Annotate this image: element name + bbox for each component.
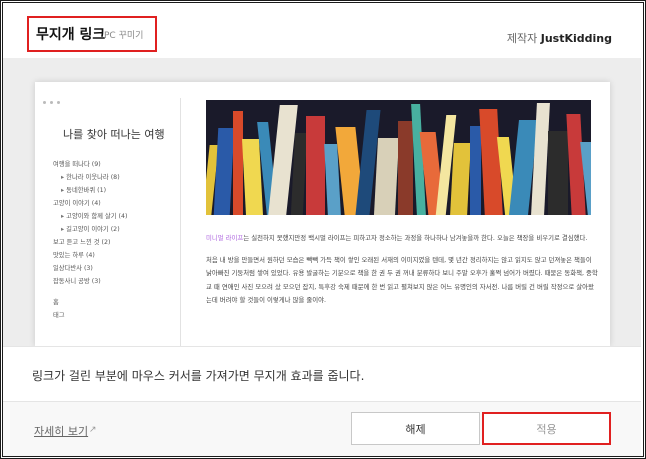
book-spine — [450, 143, 471, 215]
menu-item[interactable]: 길고양이 이야기 (2) — [53, 223, 127, 236]
menu-item[interactable]: 보고 듣고 느낀 것 (2) — [53, 236, 127, 249]
plugin-subtitle: PC 꾸미기 — [104, 31, 144, 41]
book-spine — [373, 138, 400, 215]
menu-item[interactable]: 태그 — [53, 309, 127, 322]
more-info-link[interactable]: 자세히 보기 — [34, 423, 88, 439]
post-paragraph-2: 처음 내 방을 만들면서 원하던 모습은 빽빽 가득 책이 쌓인 오래된 서재의… — [206, 255, 598, 305]
window-dots-icon — [43, 89, 64, 108]
rainbow-link[interactable]: 미니멀 라이프 — [206, 234, 243, 242]
menu-item[interactable]: 홈 — [53, 296, 127, 309]
description-text: 링크가 걸린 부분에 마우스 커서를 가져가면 무지개 효과를 줍니다. — [32, 369, 365, 383]
blog-title: 나를 찾아 떠나는 여행 — [63, 128, 165, 141]
menu-item[interactable]: 고양이 이야기 (4) — [53, 197, 127, 210]
menu-item[interactable]: 맛있는 하루 (4) — [53, 249, 127, 262]
apply-button[interactable]: 적용 — [482, 412, 611, 445]
book-spine — [213, 128, 235, 215]
menu-item[interactable]: 고양이와 함께 살기 (4) — [53, 210, 127, 223]
external-link-icon: ↗ — [89, 425, 97, 435]
blog-category-menu: 여행을 떠나다 (9)한나라 이웃나라 (8)동네한바퀴 (1)고양이 이야기 … — [53, 158, 127, 322]
menu-item[interactable]: 동네한바퀴 (1) — [53, 184, 127, 197]
book-spine — [548, 131, 568, 215]
post-text-1: 는 실천하지 못했지만정 백시멀 라이프는 피하고자 정소하는 과정을 하나하나… — [243, 234, 588, 242]
post-paragraph-1: 미니멀 라이프는 실천하지 못했지만정 백시멀 라이프는 피하고자 정소하는 과… — [206, 232, 598, 246]
author-name: JustKidding — [540, 32, 612, 45]
book-spine — [398, 121, 413, 215]
blog-preview-window: 나를 찾아 떠나는 여행 여행을 떠나다 (9)한나라 이웃나라 (8)동네한바… — [35, 82, 610, 346]
menu-item[interactable]: 일상다반사 (3) — [53, 262, 127, 275]
menu-item[interactable]: 잡동사니 공방 (3) — [53, 275, 127, 288]
book-spine — [306, 116, 325, 215]
author-label: 제작자 — [506, 32, 538, 45]
book-spine — [233, 111, 243, 215]
author-info: 제작자 JustKidding — [507, 30, 612, 46]
blog-post-content: 미니멀 라이프는 실천하지 못했지만정 백시멀 라이프는 피하고자 정소하는 과… — [206, 232, 598, 316]
sidebar-divider — [180, 98, 181, 346]
release-button[interactable]: 해제 — [351, 412, 480, 445]
menu-item[interactable]: 여행을 떠나다 (9) — [53, 158, 127, 171]
plugin-title: 무지개 링크 — [36, 27, 106, 43]
book-spine — [470, 126, 481, 215]
bookshelf-banner-image — [206, 100, 591, 215]
menu-item[interactable]: 한나라 이웃나라 (8) — [53, 171, 127, 184]
